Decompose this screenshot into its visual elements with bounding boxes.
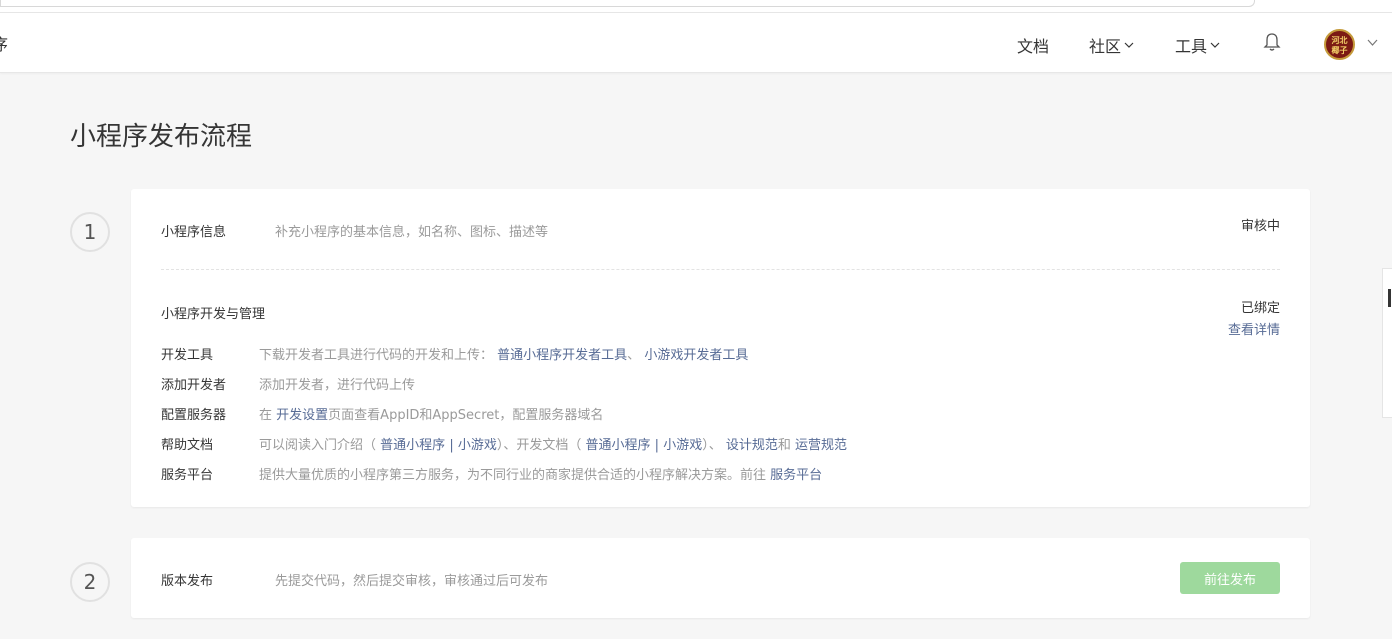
view-details-link[interactable]: 查看详情 <box>1228 319 1280 338</box>
chevron-down-icon <box>1210 42 1220 48</box>
dev-label: 小程序开发与管理 <box>161 307 266 322</box>
page-title: 小程序发布流程 <box>70 122 253 152</box>
detail-text: 页面查看AppID和AppSecret，配置服务器域名 <box>328 408 604 423</box>
detail-row-add-developer: 添加开发者 添加开发者，进行代码上传 <box>161 374 415 394</box>
detail-row-dev-tools: 开发工具 下载开发者工具进行代码的开发和上传： 普通小程序开发者工具、 小游戏开… <box>161 344 748 364</box>
separator: 、 <box>627 348 641 363</box>
intro-mini-program-link[interactable]: 普通小程序 <box>380 438 445 453</box>
logo-text-fragment[interactable]: 序 <box>0 31 8 55</box>
nav-community[interactable]: 社区 <box>1089 33 1135 57</box>
info-status: 审核中 <box>1240 219 1280 234</box>
release-label: 版本发布 <box>161 574 214 589</box>
mini-game-devtools-link[interactable]: 小游戏开发者工具 <box>644 348 748 363</box>
step-number-2: 2 <box>70 562 110 602</box>
step1-card: 小程序信息 补充小程序的基本信息，如名称、图标、描述等 审核中 小程序开发与管理… <box>131 189 1310 507</box>
detail-key: 配置服务器 <box>161 408 227 423</box>
detail-text: 在 <box>259 408 273 423</box>
info-label: 小程序信息 <box>161 225 227 240</box>
detail-key: 帮助文档 <box>161 438 214 453</box>
detail-row-service-platform: 服务平台 提供大量优质的小程序第三方服务，为不同行业的商家提供合适的小程序解决方… <box>161 464 822 484</box>
operation-guidelines-link[interactable]: 运营规范 <box>795 438 847 453</box>
top-navigation: 序 文档 社区 工具 河北 椰子 <box>0 13 1392 73</box>
step-number-text: 2 <box>83 570 97 594</box>
dev-status: 已绑定 <box>1240 301 1280 316</box>
design-guidelines-link[interactable]: 设计规范 <box>726 438 778 453</box>
dev-settings-link[interactable]: 开发设置 <box>276 408 328 423</box>
info-desc: 补充小程序的基本信息，如名称、图标、描述等 <box>275 225 549 240</box>
bell-icon[interactable] <box>1263 32 1281 52</box>
side-tab-icon <box>1388 289 1392 307</box>
divider <box>161 269 1280 270</box>
docs-mini-game-link[interactable]: 小游戏 <box>663 438 702 453</box>
side-feedback-tab[interactable] <box>1382 268 1392 418</box>
avatar-text: 河北 椰子 <box>1331 36 1348 55</box>
service-platform-link[interactable]: 服务平台 <box>770 468 822 483</box>
detail-text: 和 <box>777 438 791 453</box>
nav-tools-label: 工具 <box>1175 37 1208 56</box>
go-publish-button[interactable]: 前往发布 <box>1180 562 1280 594</box>
step-number-text: 1 <box>83 220 97 244</box>
intro-mini-game-link[interactable]: 小游戏 <box>458 438 497 453</box>
detail-key: 添加开发者 <box>161 378 227 393</box>
detail-row-server-config: 配置服务器 在 开发设置页面查看AppID和AppSecret，配置服务器域名 <box>161 404 603 424</box>
detail-key: 服务平台 <box>161 468 214 483</box>
nav-docs-label: 文档 <box>1017 37 1050 56</box>
separator: | <box>654 438 660 453</box>
url-field[interactable] <box>0 0 1255 7</box>
nav-tools[interactable]: 工具 <box>1175 33 1221 57</box>
mini-program-devtools-link[interactable]: 普通小程序开发者工具 <box>497 348 627 363</box>
detail-key: 开发工具 <box>161 348 214 363</box>
detail-row-help-docs: 帮助文档 可以阅读入门介绍（ 普通小程序 | 小游戏）、开发文档（ 普通小程序 … <box>161 434 847 454</box>
detail-text: ）、 <box>702 438 722 453</box>
step-number-1: 1 <box>70 212 110 252</box>
docs-mini-program-link[interactable]: 普通小程序 <box>586 438 651 453</box>
separator: | <box>449 438 454 453</box>
nav-docs[interactable]: 文档 <box>1017 33 1049 57</box>
chevron-down-icon[interactable] <box>1366 36 1379 49</box>
detail-text: ）、开发文档（ <box>496 438 582 453</box>
detail-text: 提供大量优质的小程序第三方服务，为不同行业的商家提供合适的小程序解决方案。前往 <box>259 468 767 483</box>
nav-community-label: 社区 <box>1089 37 1122 56</box>
chevron-down-icon <box>1124 42 1134 48</box>
detail-text: 可以阅读入门介绍（ <box>259 438 377 453</box>
detail-text: 添加开发者，进行代码上传 <box>259 378 416 393</box>
step2-card: 版本发布 先提交代码，然后提交审核，审核通过后可发布 前往发布 <box>131 538 1310 618</box>
detail-text: 下载开发者工具进行代码的开发和上传： <box>259 348 494 363</box>
browser-url-bar <box>0 0 1392 13</box>
avatar[interactable]: 河北 椰子 <box>1324 29 1355 60</box>
release-desc: 先提交代码，然后提交审核，审核通过后可发布 <box>275 574 549 589</box>
